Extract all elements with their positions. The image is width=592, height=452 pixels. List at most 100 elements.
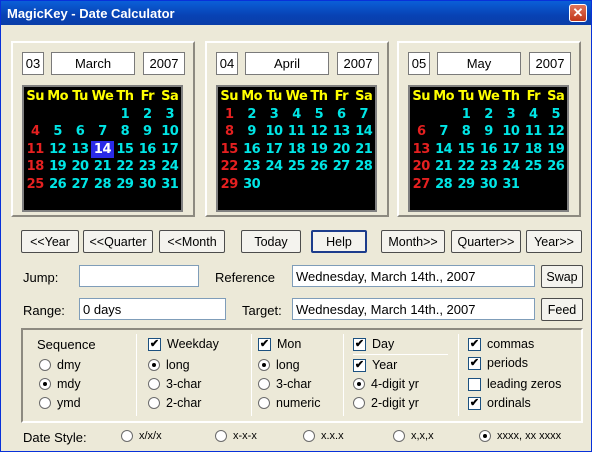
day-cell[interactable]: 24 xyxy=(263,158,285,176)
sequence-radio-mdy[interactable]: mdy xyxy=(39,377,81,391)
day-cell[interactable]: 12 xyxy=(46,141,68,159)
day-cell[interactable]: 27 xyxy=(330,158,352,176)
day-cell[interactable]: 17 xyxy=(159,141,181,159)
day-checkbox[interactable]: ✔ Day xyxy=(353,337,394,351)
day-cell[interactable]: 25 xyxy=(522,158,544,176)
date-style-radio-dot[interactable]: x.x.x xyxy=(303,430,344,442)
date-style-radio-slash[interactable]: x/x/x xyxy=(121,430,162,442)
day-cell[interactable]: 27 xyxy=(69,176,91,194)
sequence-radio-ymd[interactable]: ymd xyxy=(39,396,81,410)
day-cell[interactable]: 6 xyxy=(410,123,432,141)
date-style-radio-long[interactable]: xxxx, xx xxxx xyxy=(479,430,561,442)
day-cell[interactable]: 2 xyxy=(136,106,158,124)
leading-zeros-checkbox[interactable]: leading zeros xyxy=(468,377,561,391)
weekday-checkbox[interactable]: ✔ Weekday xyxy=(148,337,219,351)
title-bar[interactable]: MagicKey - Date Calculator ✕ xyxy=(1,1,591,25)
day-cell[interactable]: 9 xyxy=(240,123,262,141)
day-cell[interactable]: 19 xyxy=(46,158,68,176)
day-cell[interactable]: 7 xyxy=(353,106,375,124)
day-cell[interactable]: 13 xyxy=(330,123,352,141)
day-cell[interactable]: 7 xyxy=(91,123,113,141)
day-cell[interactable]: 21 xyxy=(432,158,454,176)
day-cell[interactable]: 18 xyxy=(522,141,544,159)
day-cell[interactable]: 23 xyxy=(136,158,158,176)
prev-quarter-button[interactable]: <<Quarter xyxy=(83,230,153,253)
day-cell[interactable]: 18 xyxy=(285,141,307,159)
day-cell[interactable]: 6 xyxy=(69,123,91,141)
mon-checkbox[interactable]: ✔ Mon xyxy=(258,337,301,351)
day-cell[interactable]: 31 xyxy=(500,176,522,194)
day-cell[interactable]: 11 xyxy=(24,141,46,159)
next-quarter-button[interactable]: Quarter>> xyxy=(451,230,521,253)
day-cell[interactable]: 19 xyxy=(545,141,567,159)
day-cell[interactable]: 14 xyxy=(91,140,114,158)
day-cell[interactable]: 2 xyxy=(240,106,262,124)
day-cell[interactable]: 2 xyxy=(477,106,499,124)
prev-year-button[interactable]: <<Year xyxy=(21,230,79,253)
day-cell[interactable]: 22 xyxy=(218,158,240,176)
day-cell[interactable]: 8 xyxy=(114,123,136,141)
day-cell[interactable]: 8 xyxy=(218,123,240,141)
next-year-button[interactable]: Year>> xyxy=(526,230,582,253)
day-cell[interactable]: 23 xyxy=(240,158,262,176)
day-cell[interactable]: 8 xyxy=(455,123,477,141)
day-cell[interactable]: 29 xyxy=(218,176,240,194)
day-cell[interactable]: 3 xyxy=(159,106,181,124)
day-cell[interactable]: 28 xyxy=(432,176,454,194)
day-cell[interactable]: 12 xyxy=(308,123,330,141)
next-month-button[interactable]: Month>> xyxy=(381,230,445,253)
day-cell[interactable]: 3 xyxy=(500,106,522,124)
day-cell[interactable]: 16 xyxy=(477,141,499,159)
year-radio-2digit[interactable]: 2-digit yr xyxy=(353,396,419,410)
help-button[interactable]: Help xyxy=(311,230,367,253)
day-cell[interactable]: 3 xyxy=(263,106,285,124)
day-cell[interactable]: 9 xyxy=(477,123,499,141)
day-cell[interactable]: 4 xyxy=(522,106,544,124)
day-cell[interactable]: 21 xyxy=(91,158,113,176)
day-cell[interactable]: 15 xyxy=(455,141,477,159)
day-cell[interactable]: 5 xyxy=(46,123,68,141)
day-cell[interactable]: 26 xyxy=(545,158,567,176)
day-cell[interactable]: 6 xyxy=(330,106,352,124)
day-cell[interactable]: 18 xyxy=(24,158,46,176)
day-cell[interactable]: 7 xyxy=(432,123,454,141)
day-cell[interactable]: 28 xyxy=(353,158,375,176)
day-cell[interactable]: 30 xyxy=(477,176,499,194)
feed-button[interactable]: Feed xyxy=(541,298,583,321)
day-cell[interactable]: 22 xyxy=(455,158,477,176)
day-cell[interactable]: 10 xyxy=(500,123,522,141)
day-cell[interactable]: 16 xyxy=(136,141,158,159)
mon-radio-3char[interactable]: 3-char xyxy=(258,377,311,391)
day-cell[interactable]: 5 xyxy=(545,106,567,124)
day-cell[interactable]: 12 xyxy=(545,123,567,141)
weekday-radio-long[interactable]: long xyxy=(148,358,190,372)
mon-radio-long[interactable]: long xyxy=(258,358,300,372)
day-cell[interactable]: 26 xyxy=(308,158,330,176)
day-cell[interactable]: 20 xyxy=(69,158,91,176)
day-cell[interactable]: 29 xyxy=(114,176,136,194)
reference-field[interactable]: Wednesday, March 14th., 2007 xyxy=(292,265,535,287)
today-button[interactable]: Today xyxy=(241,230,301,253)
mon-radio-numeric[interactable]: numeric xyxy=(258,396,320,410)
weekday-radio-3char[interactable]: 3-char xyxy=(148,377,201,391)
day-cell[interactable]: 25 xyxy=(24,176,46,194)
day-cell[interactable]: 27 xyxy=(410,176,432,194)
day-cell[interactable]: 5 xyxy=(308,106,330,124)
date-style-radio-comma[interactable]: x,x,x xyxy=(393,430,434,442)
day-cell[interactable]: 13 xyxy=(410,141,432,159)
prev-month-button[interactable]: <<Month xyxy=(159,230,225,253)
day-cell[interactable]: 11 xyxy=(285,123,307,141)
jump-input[interactable] xyxy=(79,265,199,287)
day-cell[interactable]: 29 xyxy=(455,176,477,194)
day-cell[interactable]: 10 xyxy=(159,123,181,141)
weekday-radio-2char[interactable]: 2-char xyxy=(148,396,201,410)
ordinals-checkbox[interactable]: ✔ ordinals xyxy=(468,396,531,410)
periods-checkbox[interactable]: ✔ periods xyxy=(468,356,528,370)
day-cell[interactable]: 1 xyxy=(114,106,136,124)
day-cell[interactable]: 13 xyxy=(69,141,91,159)
day-cell[interactable]: 31 xyxy=(159,176,181,194)
day-cell[interactable]: 21 xyxy=(353,141,375,159)
day-cell[interactable]: 15 xyxy=(114,141,136,159)
day-cell[interactable]: 26 xyxy=(46,176,68,194)
year-checkbox[interactable]: ✔ Year xyxy=(353,358,397,372)
